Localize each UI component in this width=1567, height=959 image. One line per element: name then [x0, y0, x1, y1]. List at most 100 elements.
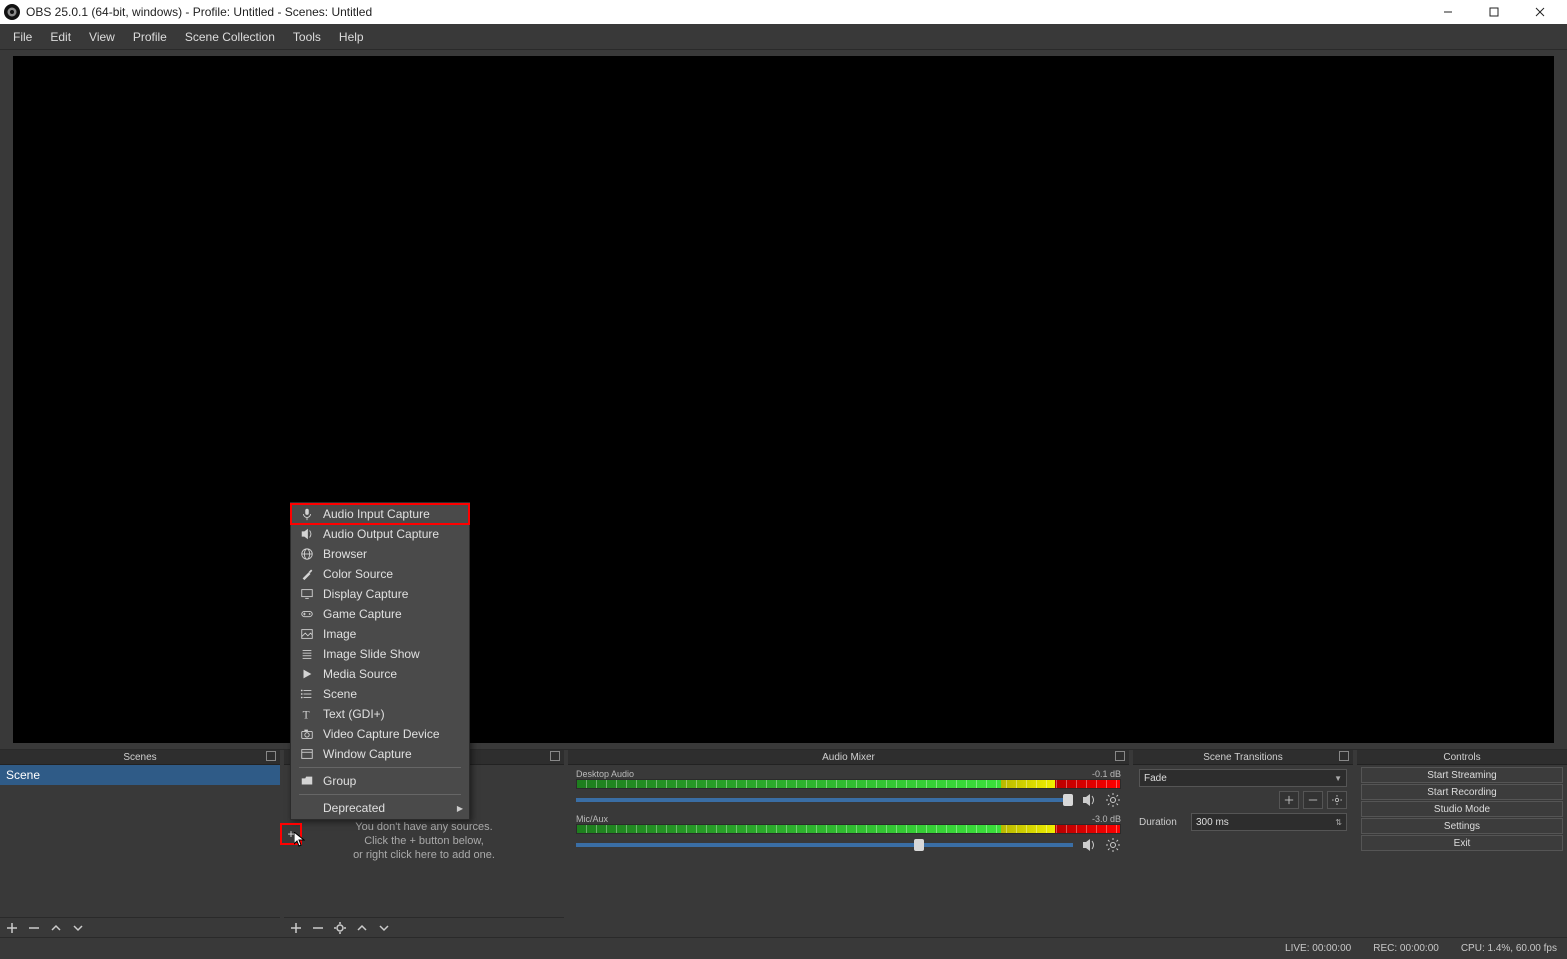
- ctx-label: Media Source: [323, 667, 397, 681]
- scenes-panel-title[interactable]: Scenes: [0, 750, 280, 765]
- ctx-scene[interactable]: Scene: [291, 684, 469, 704]
- audio-track-mic: Mic/Aux -3.0 dB: [576, 814, 1121, 853]
- ctx-label: Display Capture: [323, 587, 408, 601]
- ctx-browser[interactable]: Browser: [291, 544, 469, 564]
- status-cpu: CPU: 1.4%, 60.00 fps: [1461, 943, 1557, 954]
- menu-bar: File Edit View Profile Scene Collection …: [0, 24, 1567, 50]
- controls-title[interactable]: Controls: [1357, 750, 1567, 765]
- menu-file[interactable]: File: [4, 26, 41, 48]
- menu-help[interactable]: Help: [330, 26, 373, 48]
- track-db: -3.0 dB: [1092, 814, 1121, 824]
- ctx-audio-output-capture[interactable]: Audio Output Capture: [291, 524, 469, 544]
- status-live: LIVE: 00:00:00: [1285, 943, 1351, 954]
- minimize-button[interactable]: [1425, 0, 1471, 24]
- paintbrush-icon: [299, 566, 315, 582]
- ctx-group[interactable]: Group: [291, 771, 469, 791]
- move-scene-down-button[interactable]: [72, 922, 84, 934]
- ctx-video-capture-device[interactable]: Video Capture Device: [291, 724, 469, 744]
- gear-icon[interactable]: [1105, 792, 1121, 808]
- start-recording-button[interactable]: Start Recording: [1361, 784, 1563, 800]
- exit-button[interactable]: Exit: [1361, 835, 1563, 851]
- ctx-image-slide-show[interactable]: Image Slide Show: [291, 644, 469, 664]
- ctx-label: Audio Input Capture: [323, 507, 430, 521]
- settings-button[interactable]: Settings: [1361, 818, 1563, 834]
- placeholder-line: You don't have any sources.: [355, 821, 492, 833]
- transitions-title[interactable]: Scene Transitions: [1133, 750, 1353, 765]
- status-bar: LIVE: 00:00:00 REC: 00:00:00 CPU: 1.4%, …: [0, 937, 1567, 959]
- menu-edit[interactable]: Edit: [41, 26, 80, 48]
- volume-slider[interactable]: [576, 843, 1073, 847]
- audio-mixer-title[interactable]: Audio Mixer: [568, 750, 1129, 765]
- status-rec: REC: 00:00:00: [1373, 943, 1439, 954]
- dock-row: Scenes Scene Sources You don't have any …: [0, 749, 1567, 937]
- add-transition-button[interactable]: [1279, 791, 1299, 809]
- ctx-audio-input-capture[interactable]: Audio Input Capture: [291, 504, 469, 524]
- move-source-down-button[interactable]: [378, 922, 390, 934]
- remove-source-button[interactable]: [312, 922, 324, 934]
- ctx-label: Group: [323, 774, 356, 788]
- studio-mode-button[interactable]: Studio Mode: [1361, 801, 1563, 817]
- ctx-display-capture[interactable]: Display Capture: [291, 584, 469, 604]
- audio-mixer-panel: Audio Mixer Desktop Audio-0.1 dB: [568, 750, 1129, 937]
- preview-canvas[interactable]: [13, 56, 1554, 743]
- speaker-icon[interactable]: [1081, 837, 1097, 853]
- placeholder-line: or right click here to add one.: [353, 849, 495, 861]
- submenu-arrow-icon: ▶: [457, 804, 463, 813]
- start-streaming-button[interactable]: Start Streaming: [1361, 767, 1563, 783]
- popout-icon[interactable]: [1115, 751, 1125, 761]
- svg-text:T: T: [303, 709, 310, 721]
- menu-tools[interactable]: Tools: [284, 26, 330, 48]
- ctx-window-capture[interactable]: Window Capture: [291, 744, 469, 764]
- remove-scene-button[interactable]: [28, 922, 40, 934]
- speaker-icon[interactable]: [1081, 792, 1097, 808]
- ctx-label: Text (GDI+): [323, 707, 385, 721]
- play-icon: [299, 666, 315, 682]
- title-bar: OBS 25.0.1 (64-bit, windows) - Profile: …: [0, 0, 1567, 24]
- ctx-label: Scene: [323, 687, 357, 701]
- ctx-media-source[interactable]: Media Source: [291, 664, 469, 684]
- ctx-label: Browser: [323, 547, 367, 561]
- add-source-context-menu: Audio Input Capture Audio Output Capture…: [290, 502, 470, 820]
- ctx-label: Game Capture: [323, 607, 402, 621]
- transition-select[interactable]: Fade▼: [1139, 769, 1347, 787]
- menu-view[interactable]: View: [80, 26, 124, 48]
- gear-icon[interactable]: [1105, 837, 1121, 853]
- ctx-label: Image: [323, 627, 356, 641]
- track-label: Mic/Aux: [576, 814, 608, 824]
- camera-icon: [299, 726, 315, 742]
- transition-settings-button[interactable]: [1327, 791, 1347, 809]
- ctx-text-gdi[interactable]: T Text (GDI+): [291, 704, 469, 724]
- track-db: -0.1 dB: [1092, 769, 1121, 779]
- ctx-game-capture[interactable]: Game Capture: [291, 604, 469, 624]
- ctx-label: Window Capture: [323, 747, 412, 761]
- menu-scene-collection[interactable]: Scene Collection: [176, 26, 284, 48]
- move-scene-up-button[interactable]: [50, 922, 62, 934]
- text-icon: T: [299, 706, 315, 722]
- add-scene-button[interactable]: [6, 922, 18, 934]
- transition-duration-input[interactable]: 300 ms⇅: [1191, 813, 1347, 831]
- menu-profile[interactable]: Profile: [124, 26, 176, 48]
- popout-icon[interactable]: [550, 751, 560, 761]
- ctx-image[interactable]: Image: [291, 624, 469, 644]
- move-source-up-button[interactable]: [356, 922, 368, 934]
- add-source-button[interactable]: [290, 922, 302, 934]
- source-properties-button[interactable]: [334, 922, 346, 934]
- list-icon: [299, 686, 315, 702]
- transition-select-row: Fade▼: [1139, 769, 1347, 787]
- maximize-button[interactable]: [1471, 0, 1517, 24]
- ctx-color-source[interactable]: Color Source: [291, 564, 469, 584]
- audio-track-desktop: Desktop Audio-0.1 dB: [576, 769, 1121, 808]
- popout-icon[interactable]: [1339, 751, 1349, 761]
- ctx-label: Video Capture Device: [323, 727, 440, 741]
- slideshow-icon: [299, 646, 315, 662]
- popout-icon[interactable]: [266, 751, 276, 761]
- close-button[interactable]: [1517, 0, 1563, 24]
- remove-transition-button[interactable]: [1303, 791, 1323, 809]
- ctx-deprecated[interactable]: Deprecated ▶: [291, 798, 469, 818]
- scene-item[interactable]: Scene: [0, 765, 280, 785]
- audio-meter: [576, 779, 1121, 789]
- ctx-label: Deprecated: [323, 801, 385, 815]
- volume-slider[interactable]: [576, 798, 1073, 802]
- window-title: OBS 25.0.1 (64-bit, windows) - Profile: …: [26, 5, 1425, 19]
- image-icon: [299, 626, 315, 642]
